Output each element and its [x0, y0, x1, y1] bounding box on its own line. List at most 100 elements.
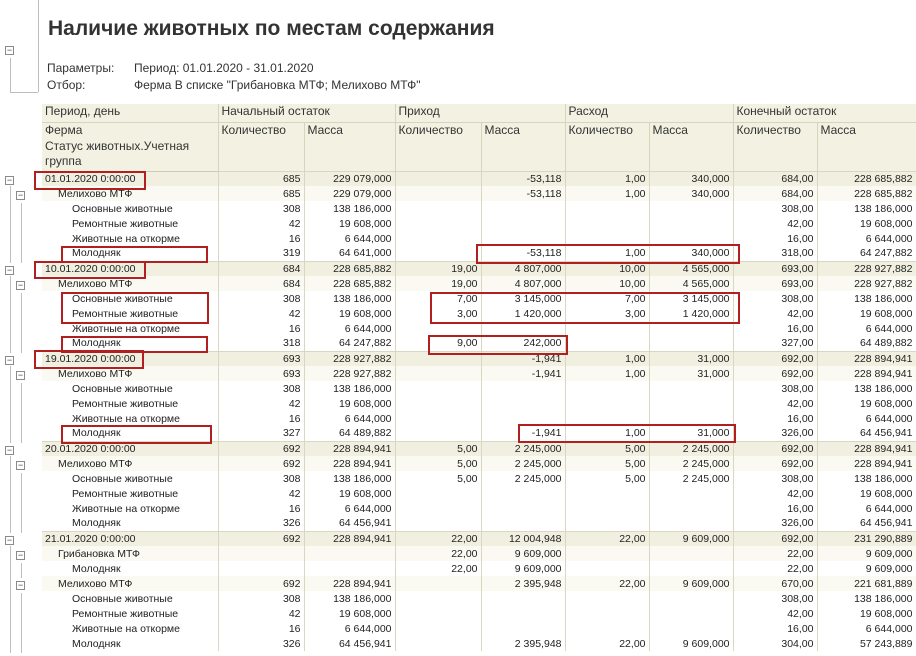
table-cell: 2 245,000	[649, 440, 734, 456]
table-cell: 228 685,882	[304, 260, 396, 276]
item-label: Животные на откорме	[42, 321, 219, 336]
farm-group-row[interactable]: Мелихово МТФ 692 228 894,941 5,00 2 245,000 5…	[42, 456, 916, 471]
table-cell: 326,00	[733, 426, 818, 441]
table-row[interactable]: Ремонтные животные 42 19 608,000 42,00 19 60…	[42, 396, 916, 411]
header-opening-mass[interactable]: Масса	[304, 122, 396, 171]
table-row[interactable]: Основные животные 308 138 186,000 308,00 138…	[42, 381, 916, 396]
header-closing-mass[interactable]: Масса	[817, 122, 916, 171]
collapse-toggle-icon[interactable]: −	[16, 281, 25, 290]
header-receipt[interactable]: Приход	[395, 104, 566, 123]
header-receipt-qty[interactable]: Количество	[395, 122, 482, 171]
table-row[interactable]: Молодняк 22,00 9 609,000 22,00 9 609,000	[42, 561, 916, 576]
header-farm[interactable]: Ферма	[42, 122, 219, 139]
table-cell: 229 079,000	[304, 170, 396, 186]
table-row[interactable]: Ремонтные животные 42 19 608,000 3,00 1 420,…	[42, 306, 916, 321]
table-cell: 64 456,941	[817, 516, 916, 531]
collapse-toggle-icon[interactable]: −	[16, 191, 25, 200]
table-cell	[481, 201, 566, 216]
table-row[interactable]: Животные на откорме 16 6 644,000 16,00 6 644…	[42, 501, 916, 516]
tree-line	[21, 428, 22, 443]
table-row[interactable]: Ремонтные животные 42 19 608,000 42,00 19 60…	[42, 606, 916, 621]
table-cell: 6 644,000	[304, 411, 396, 426]
header-period-day[interactable]: Период, день	[42, 104, 219, 123]
table-row[interactable]: Животные на откорме 16 6 644,000 16,00 6 644…	[42, 231, 916, 246]
row-group-gutter: − − − − − − − − − − − −	[0, 0, 42, 656]
date-group-row[interactable]: 20.01.2020 0:00:00 692 228 894,941 5,00 2 24…	[42, 440, 916, 456]
table-cell	[481, 231, 566, 246]
table-row[interactable]: Молодняк 318 64 247,882 9,00 242,000 327,00 64…	[42, 336, 916, 351]
table-cell: 6 644,000	[817, 501, 916, 516]
table-row[interactable]: Молодняк 319 64 641,000 -53,118 1,00 340,000 3…	[42, 246, 916, 261]
date-group-row[interactable]: 19.01.2020 0:00:00 693 228 927,882 -1,941 1,…	[42, 350, 916, 366]
table-cell: 228 894,941	[304, 440, 396, 456]
table-row[interactable]: Основные животные 308 138 186,000 7,00 3 145…	[42, 291, 916, 306]
collapse-toggle-icon[interactable]: −	[5, 266, 14, 275]
header-expense[interactable]: Расход	[565, 104, 734, 123]
table-cell: 684	[218, 276, 305, 291]
tree-line	[10, 518, 11, 533]
table-row[interactable]: Ремонтные животные 42 19 608,000 42,00 19 60…	[42, 216, 916, 231]
table-cell: 685	[218, 186, 305, 201]
item-label: Молодняк	[42, 636, 219, 651]
collapse-toggle-icon[interactable]: −	[16, 461, 25, 470]
farm-group-row[interactable]: Мелихово МТФ 692 228 894,941 2 395,948 22,00…	[42, 576, 916, 591]
table-cell: 2 245,000	[481, 471, 566, 486]
tree-line	[21, 503, 22, 518]
tree-line	[10, 473, 11, 488]
report-table: Период, день Начальный остаток Приход Ра…	[42, 104, 916, 651]
table-cell: 6 644,000	[304, 321, 396, 336]
table-cell: 326,00	[733, 516, 818, 531]
collapse-toggle-icon[interactable]: −	[16, 581, 25, 590]
table-cell: 326	[218, 636, 305, 651]
table-cell: 670,00	[733, 576, 818, 591]
table-cell: 22,00	[565, 636, 650, 651]
farm-label: Мелихово МТФ	[42, 366, 219, 381]
tree-line	[10, 458, 11, 473]
tree-line	[10, 428, 11, 443]
table-cell	[565, 216, 650, 231]
table-row[interactable]: Молодняк 326 64 456,941 326,00 64 456,941	[42, 516, 916, 531]
table-row[interactable]: Животные на откорме 16 6 644,000 16,00 6 644…	[42, 411, 916, 426]
date-group-row[interactable]: 10.01.2020 0:00:00 684 228 685,882 19,00 4 8…	[42, 260, 916, 276]
header-expense-mass[interactable]: Масса	[649, 122, 734, 171]
table-cell	[395, 321, 482, 336]
collapse-toggle-icon[interactable]: −	[5, 536, 14, 545]
collapse-toggle-icon[interactable]: −	[5, 176, 14, 185]
table-cell: 308,00	[733, 591, 818, 606]
table-cell: 9 609,000	[649, 530, 734, 546]
collapse-toggle-icon[interactable]: −	[16, 371, 25, 380]
table-row[interactable]: Молодняк 327 64 489,882 -1,941 1,00 31,000 326…	[42, 426, 916, 441]
header-opening-qty[interactable]: Количество	[218, 122, 305, 171]
header-receipt-mass[interactable]: Масса	[481, 122, 566, 171]
filter-value: Ферма В списке "Грибановка МТФ; Мелихово…	[134, 78, 421, 92]
table-row[interactable]: Основные животные 308 138 186,000 308,00 138…	[42, 591, 916, 606]
farm-group-row[interactable]: Грибановка МТФ 22,00 9 609,000 22,00 9 609,0…	[42, 546, 916, 561]
collapse-toggle-icon[interactable]: −	[16, 551, 25, 560]
table-row[interactable]: Основные животные 308 138 186,000 5,00 2 245…	[42, 471, 916, 486]
table-row[interactable]: Молодняк 326 64 456,941 2 395,948 22,00 9 609…	[42, 636, 916, 651]
header-expense-qty[interactable]: Количество	[565, 122, 650, 171]
table-cell: 692	[218, 576, 305, 591]
table-cell: 308,00	[733, 381, 818, 396]
date-group-row[interactable]: 21.01.2020 0:00:00 692 228 894,941 22,00 12 …	[42, 530, 916, 546]
farm-group-row[interactable]: Мелихово МТФ 685 229 079,000 -53,118 1,00 340…	[42, 186, 916, 201]
header-closing-qty[interactable]: Количество	[733, 122, 818, 171]
table-cell: 138 186,000	[817, 381, 916, 396]
table-cell: 308	[218, 591, 305, 606]
header-closing-balance[interactable]: Конечный остаток	[733, 104, 916, 123]
header-opening-balance[interactable]: Начальный остаток	[218, 104, 396, 123]
table-cell: 138 186,000	[304, 201, 396, 216]
collapse-toggle-icon[interactable]: −	[5, 46, 14, 55]
table-cell	[565, 591, 650, 606]
farm-group-row[interactable]: Мелихово МТФ 684 228 685,882 19,00 4 807,000…	[42, 276, 916, 291]
table-row[interactable]: Животные на откорме 16 6 644,000 16,00 6 644…	[42, 321, 916, 336]
header-animal-status-group[interactable]: Статус животных.Учетная группа	[42, 139, 219, 172]
table-row[interactable]: Животные на откорме 16 6 644,000 16,00 6 644…	[42, 621, 916, 636]
collapse-toggle-icon[interactable]: −	[5, 356, 14, 365]
table-row[interactable]: Ремонтные животные 42 19 608,000 42,00 19 60…	[42, 486, 916, 501]
table-row[interactable]: Основные животные 308 138 186,000 308,00 138…	[42, 201, 916, 216]
table-cell: -1,941	[481, 350, 566, 366]
farm-group-row[interactable]: Мелихово МТФ 693 228 927,882 -1,941 1,00 31,0…	[42, 366, 916, 381]
date-group-row[interactable]: 01.01.2020 0:00:00 685 229 079,000 -53,118 1…	[42, 170, 916, 186]
collapse-toggle-icon[interactable]: −	[5, 446, 14, 455]
